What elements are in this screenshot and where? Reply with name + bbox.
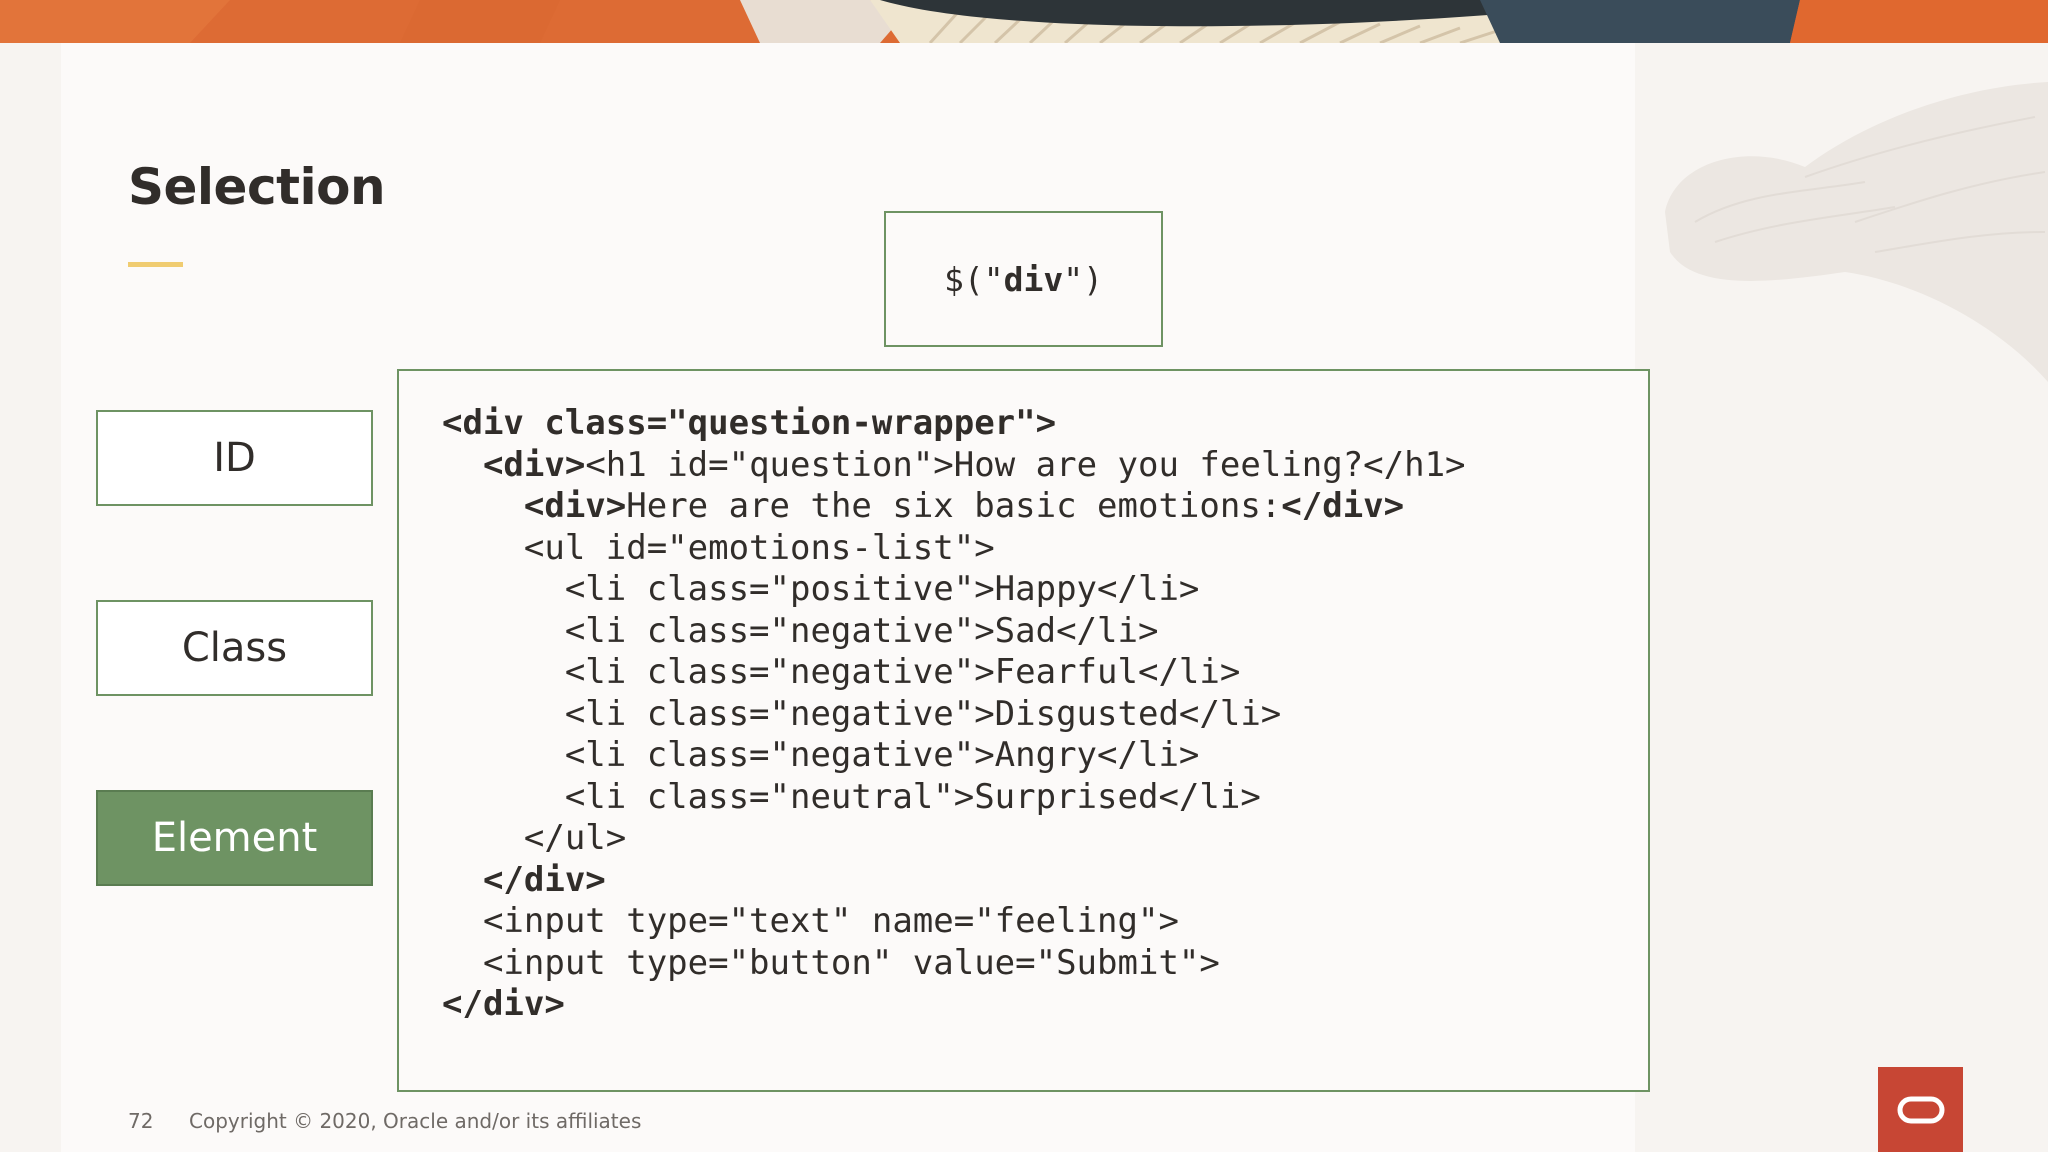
code-token-highlight: </div> [1281, 486, 1405, 526]
code-line: <ul id="emotions-list"> [442, 528, 1466, 570]
title-underline [128, 262, 183, 267]
code-line: <li class="neutral">Surprised</li> [442, 777, 1466, 819]
code-line: <li class="negative">Fearful</li> [442, 652, 1466, 694]
code-token: <li class="positive">Happy</li> [442, 569, 1200, 609]
code-line: </div> [442, 860, 1466, 902]
selector-suffix: ") [1063, 259, 1103, 299]
selector-type-label: ID [213, 435, 256, 481]
code-line: <input type="button" value="Submit"> [442, 943, 1466, 985]
code-sample: <div class="question-wrapper"> <div><h1 … [397, 369, 1650, 1092]
oracle-logo-icon [1878, 1067, 1963, 1152]
code-token-highlight: <div class="question-wrapper"> [442, 403, 1057, 443]
selector-type-id-button[interactable]: ID [96, 410, 373, 506]
code-line: <input type="text" name="feeling"> [442, 901, 1466, 943]
code-token: </ul> [442, 818, 627, 858]
selector-expression: $(" div ") [884, 211, 1163, 347]
code-line: <div><h1 id="question">How are you feeli… [442, 445, 1466, 487]
selector-argument: div [1003, 259, 1064, 299]
code-token: <input type="text" name="feeling"> [442, 901, 1179, 941]
page-number: 72 [128, 1109, 154, 1133]
code-token-highlight: <div> [482, 444, 586, 485]
code-line: <li class="negative">Angry</li> [442, 735, 1466, 777]
copyright-text: Copyright © 2020, Oracle and/or its affi… [189, 1109, 642, 1133]
code-line: <div>Here are the six basic emotions:</d… [442, 486, 1466, 528]
decorative-banner [0, 0, 2048, 43]
code-token: <li class="negative">Sad</li> [442, 610, 1159, 651]
code-line: <div class="question-wrapper"> [442, 403, 1466, 445]
selector-type-label: Element [151, 815, 318, 861]
code-token-highlight: </div> [442, 984, 565, 1024]
selector-type-class-button[interactable]: Class [96, 600, 373, 696]
selector-type-element-button[interactable]: Element [96, 790, 373, 886]
code-line: </div> [442, 984, 1466, 1026]
code-token: <li class="negative">Disgusted</li> [442, 693, 1282, 734]
code-token-highlight: </div> [482, 859, 606, 900]
code-token: <li class="neutral">Surprised</li> [442, 776, 1261, 817]
decorative-feather-icon [1665, 82, 2048, 382]
selector-prefix: $(" [944, 259, 1004, 299]
code-token: <input type="button" value="Submit"> [442, 942, 1220, 983]
code-token: <h1 id="question">How are you feeling?</… [585, 444, 1466, 485]
code-line: <li class="negative">Disgusted</li> [442, 694, 1466, 736]
code-line: <li class="negative">Sad</li> [442, 611, 1466, 653]
code-token: <li class="negative">Angry</li> [442, 735, 1200, 775]
slide-title: Selection [128, 158, 386, 216]
code-token: Here are the six basic emotions: [626, 486, 1282, 526]
code-line: </ul> [442, 818, 1466, 860]
code-line: <li class="positive">Happy</li> [442, 569, 1466, 611]
code-lines: <div class="question-wrapper"> <div><h1 … [442, 403, 1466, 1026]
selector-type-label: Class [181, 625, 288, 671]
code-token: <ul id="emotions-list"> [442, 527, 995, 568]
code-token-highlight: <div> [523, 486, 627, 526]
code-token: <li class="negative">Fearful</li> [442, 652, 1241, 692]
